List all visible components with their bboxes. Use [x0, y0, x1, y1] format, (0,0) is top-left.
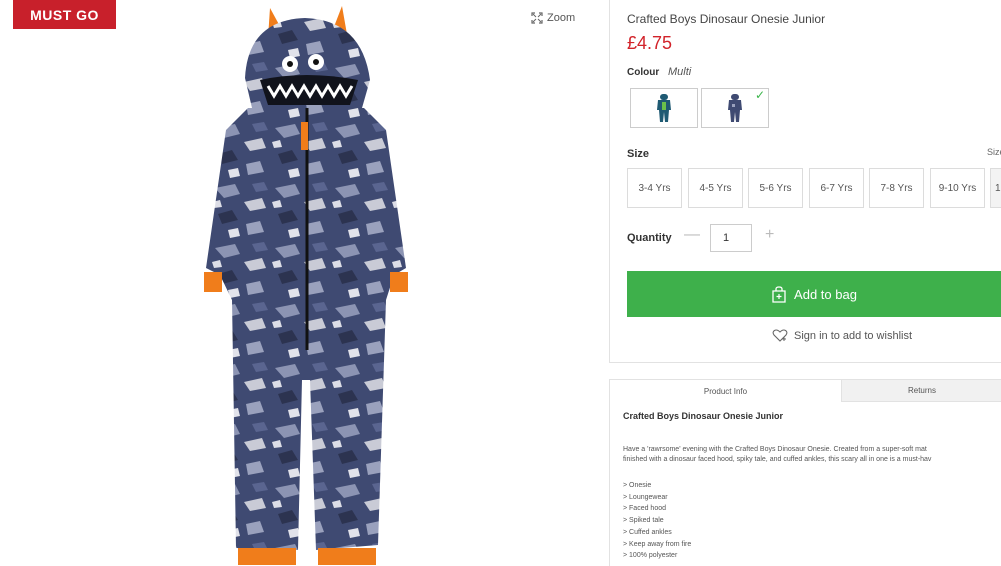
tab-returns[interactable]: Returns [841, 380, 1001, 402]
zoom-button[interactable]: Zoom [531, 12, 575, 24]
product-image [204, 6, 408, 565]
expand-icon [531, 12, 543, 24]
size-option[interactable]: 3-4 Yrs [627, 168, 682, 208]
size-option[interactable]: 4-5 Yrs [688, 168, 743, 208]
size-option[interactable]: 6-7 Yrs [809, 168, 864, 208]
product-info-section: Product Info Returns Crafted Boys Dinosa… [609, 379, 1001, 566]
size-label: Size [627, 148, 650, 160]
info-title: Crafted Boys Dinosaur Onesie Junior [623, 411, 784, 421]
feature-item: > 100% polyester [623, 552, 678, 560]
colour-value: Multi [668, 66, 692, 78]
size-option[interactable]: 1 [990, 168, 1001, 208]
quantity-increase-button[interactable]: + [765, 226, 774, 244]
size-option[interactable]: 5-6 Yrs [748, 168, 803, 208]
product-title: Crafted Boys Dinosaur Onesie Junior [627, 12, 826, 26]
product-panel: Crafted Boys Dinosaur Onesie Junior £4.7… [609, 0, 1001, 363]
feature-item: > Cuffed ankles [623, 528, 672, 536]
bag-icon [772, 285, 786, 303]
must-go-badge: MUST GO [13, 0, 116, 29]
feature-item: > Keep away from fire [623, 540, 692, 548]
heart-icon [772, 329, 788, 342]
quantity-input[interactable]: 1 [710, 224, 752, 252]
size-guide-link[interactable]: Size [987, 147, 1001, 157]
feature-item: > Spiked tale [623, 517, 664, 525]
tab-product-info[interactable]: Product Info [610, 380, 841, 402]
feature-item: > Loungewear [623, 493, 668, 501]
description-line: Have a 'rawrsome' evening with the Craft… [623, 446, 927, 453]
size-option[interactable]: 7-8 Yrs [869, 168, 924, 208]
wishlist-link[interactable]: Sign in to add to wishlist [772, 329, 912, 342]
colour-label: Colour [627, 67, 660, 78]
add-to-bag-button[interactable]: Add to bag [627, 271, 1001, 317]
colour-swatch-green-blue[interactable] [630, 88, 698, 128]
colour-swatch-camo-blue[interactable]: ✓ [701, 88, 769, 128]
quantity-decrease-button[interactable]: — [684, 226, 700, 244]
description-line: finished with a dinosaur faced hood, spi… [623, 456, 932, 463]
onesie-thumbnail-icon [657, 94, 671, 122]
wishlist-label: Sign in to add to wishlist [794, 329, 913, 342]
quantity-label: Quantity [627, 232, 672, 244]
onesie-thumbnail-icon [728, 94, 742, 122]
add-to-bag-label: Add to bag [794, 286, 857, 302]
size-option[interactable]: 9-10 Yrs [930, 168, 985, 208]
info-description: Have a 'rawrsome' evening with the Craft… [623, 445, 1001, 465]
product-price: £4.75 [627, 33, 673, 53]
feature-item: > Onesie [623, 482, 652, 489]
zoom-label: Zoom [547, 12, 576, 24]
feature-item: > Faced hood [623, 505, 667, 513]
selected-check-icon: ✓ [754, 88, 765, 102]
colour-row: Colour Multi [627, 66, 691, 78]
feature-list: > Onesie > Loungewear > Faced hood > Spi… [623, 480, 691, 562]
